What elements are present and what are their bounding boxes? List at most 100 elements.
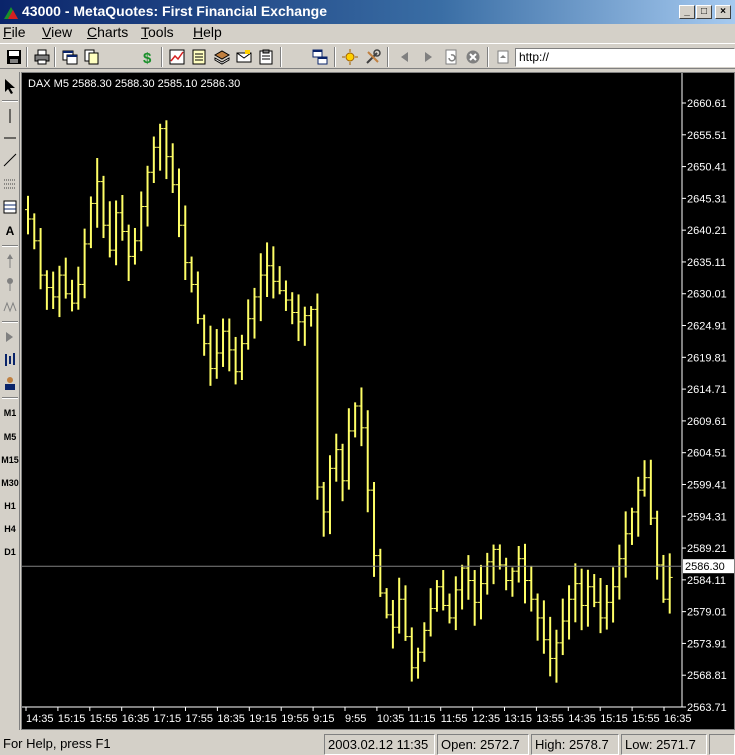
price-bar xyxy=(43,270,50,310)
status-help-text: For Help, press F1 xyxy=(3,736,111,751)
wave-button[interactable] xyxy=(1,297,19,317)
chart-window[interactable]: 2660.61 2655.51 2650.41 2645.31 2640.21 2635.… xyxy=(21,72,735,730)
price-bar xyxy=(150,136,157,184)
people-button[interactable] xyxy=(1,373,19,393)
home-button[interactable] xyxy=(493,47,513,67)
toolbar-separator xyxy=(334,47,336,67)
period-m30-button[interactable]: M30 xyxy=(1,473,19,493)
shift-button[interactable] xyxy=(1,327,19,347)
clipboard-icon xyxy=(259,49,273,65)
copy-button[interactable] xyxy=(81,47,101,67)
menu-file[interactable]: File xyxy=(3,24,26,42)
price-bar xyxy=(377,548,384,597)
forward-button[interactable] xyxy=(418,47,438,67)
price-bar xyxy=(440,570,447,611)
price-bar xyxy=(352,402,359,438)
menu-file-key: F xyxy=(3,24,12,40)
price-bar xyxy=(597,578,604,634)
window-title: 43000 - MetaQuotes: First Financial Exch… xyxy=(22,3,327,19)
time-tick-label: 11:55 xyxy=(441,713,468,725)
price-tick-label: 2579.01 xyxy=(687,607,727,619)
price-bar xyxy=(591,574,598,608)
price-bar xyxy=(660,554,667,603)
price-chart[interactable]: 2660.61 2655.51 2650.41 2645.31 2640.21 2635.… xyxy=(22,73,734,729)
price-tick-label: 2563.71 xyxy=(687,702,727,714)
period-m1-button[interactable]: M1 xyxy=(1,403,19,423)
menu-charts-rest: harts xyxy=(97,24,129,40)
expert-button[interactable] xyxy=(340,47,360,67)
cursor-button[interactable] xyxy=(1,76,19,96)
wave-icon xyxy=(3,301,17,313)
vertical-line-button[interactable] xyxy=(1,106,19,126)
refresh-button[interactable] xyxy=(441,47,461,67)
period-h1-button[interactable]: H1 xyxy=(1,496,19,516)
maximize-button[interactable]: □ xyxy=(696,5,712,19)
price-bar xyxy=(452,576,459,631)
status-datetime: 2003.02.12 11:35 xyxy=(324,734,435,755)
time-tick-label: 10:35 xyxy=(377,713,405,725)
horizontal-line-button[interactable] xyxy=(1,128,19,148)
chevron-right-icon xyxy=(6,332,13,342)
tile-windows-button[interactable] xyxy=(310,47,330,67)
fibonacci-button[interactable] xyxy=(1,197,19,217)
price-bar xyxy=(94,157,101,228)
price-bar xyxy=(584,569,591,627)
save-icon xyxy=(7,50,21,64)
save-button[interactable] xyxy=(4,47,24,67)
price-bar xyxy=(528,565,535,612)
bars-button[interactable] xyxy=(1,350,19,370)
price-tick-label: 2624.91 xyxy=(687,321,727,333)
trendline-button[interactable] xyxy=(1,150,19,170)
navigator-button[interactable] xyxy=(189,47,209,67)
mail-button[interactable] xyxy=(234,47,254,67)
period-m15-button[interactable]: M15 xyxy=(1,450,19,470)
toolbar-separator xyxy=(487,47,489,67)
price-bar xyxy=(163,120,170,180)
dollar-button[interactable]: $ xyxy=(138,47,158,67)
menu-tools[interactable]: Tools xyxy=(141,24,174,42)
minimize-button[interactable]: _ xyxy=(679,5,695,19)
period-h4-button[interactable]: H4 xyxy=(1,519,19,539)
period-d1-button[interactable]: D1 xyxy=(1,542,19,562)
home-icon xyxy=(497,50,509,64)
new-window-button[interactable] xyxy=(60,47,80,67)
arrow-down-button[interactable] xyxy=(1,274,19,294)
menu-charts[interactable]: Charts xyxy=(87,24,128,42)
channel-button[interactable] xyxy=(1,174,19,194)
toolbar-separator xyxy=(26,47,28,67)
time-tick-label: 15:55 xyxy=(632,713,660,725)
price-bar xyxy=(408,627,415,682)
time-tick-label: 14:35 xyxy=(26,713,54,725)
price-bar xyxy=(402,585,409,641)
price-bar xyxy=(628,507,635,545)
options-button[interactable] xyxy=(363,47,383,67)
stop-button[interactable] xyxy=(463,47,483,67)
time-tick-label: 13:55 xyxy=(536,713,564,725)
time-tick-label: 18:35 xyxy=(217,713,245,725)
market-watch-button[interactable] xyxy=(167,47,187,67)
price-bar xyxy=(603,584,610,630)
time-tick-label: 13:15 xyxy=(505,713,533,725)
price-bar xyxy=(87,196,94,249)
period-m5-button[interactable]: M5 xyxy=(1,427,19,447)
price-bar xyxy=(320,481,327,537)
mail-icon xyxy=(236,50,252,63)
price-bar xyxy=(213,329,220,379)
menu-help[interactable]: Help xyxy=(193,24,222,42)
new-window-icon xyxy=(62,50,78,65)
title-bar[interactable]: 43000 - MetaQuotes: First Financial Exch… xyxy=(0,0,735,24)
print-button[interactable] xyxy=(32,47,52,67)
url-input[interactable]: http:// xyxy=(515,48,735,67)
close-button[interactable]: × xyxy=(715,5,731,19)
text-tool-button[interactable]: A xyxy=(1,221,19,241)
arrow-up-button[interactable] xyxy=(1,251,19,271)
copy-icon xyxy=(84,49,99,65)
price-bar xyxy=(56,265,63,318)
journal-button[interactable] xyxy=(256,47,276,67)
history-button[interactable] xyxy=(212,47,232,67)
back-button[interactable] xyxy=(395,47,415,67)
price-bar xyxy=(75,266,82,310)
price-bar xyxy=(503,557,510,591)
menu-view[interactable]: View xyxy=(42,24,72,42)
price-bar xyxy=(433,580,440,612)
